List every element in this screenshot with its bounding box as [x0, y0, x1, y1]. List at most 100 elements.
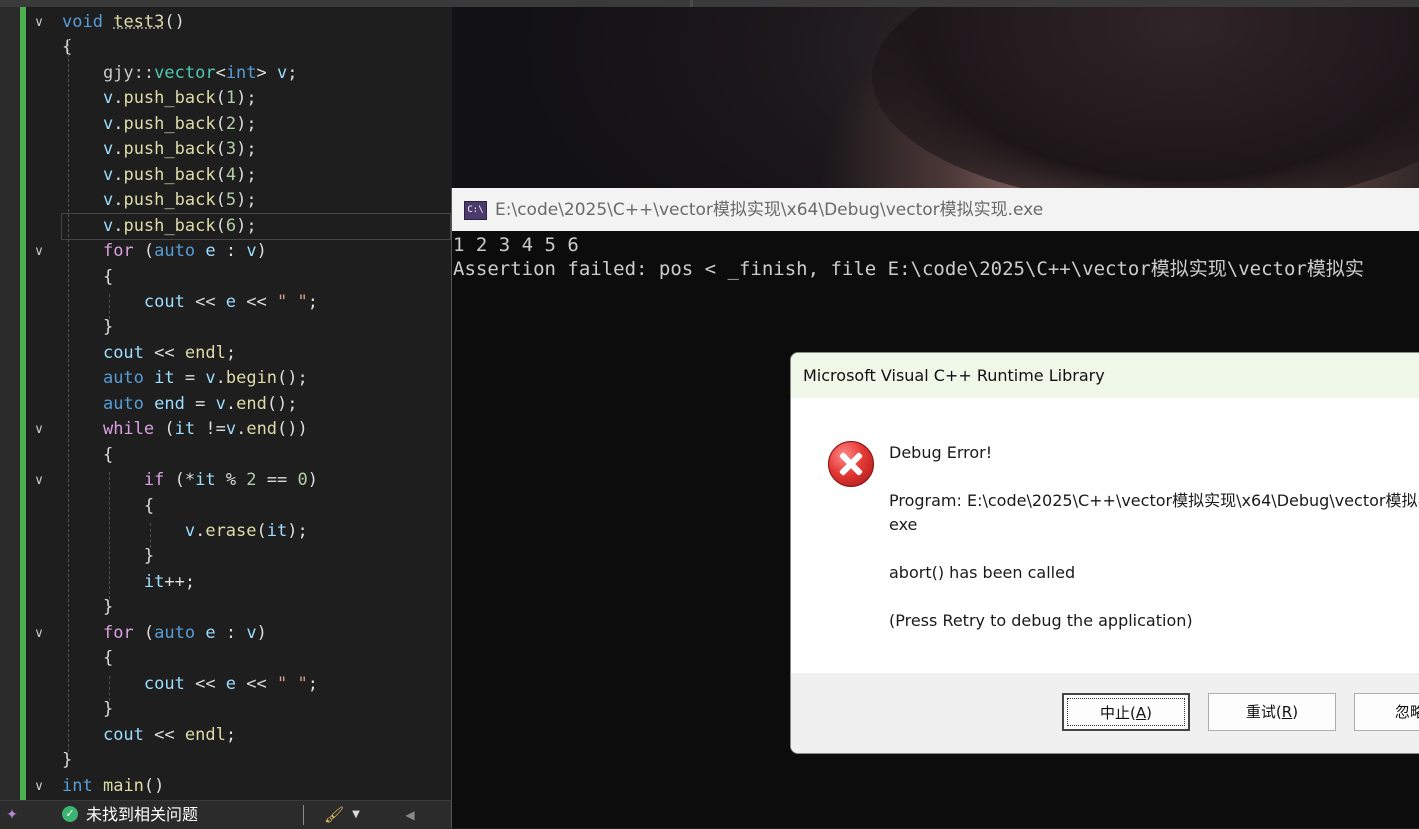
code-line[interactable]: {: [62, 265, 113, 290]
code-line[interactable]: while (it !=v.end()): [62, 417, 308, 442]
code-line[interactable]: cout << endl;: [62, 341, 236, 366]
code-token: .: [215, 368, 226, 389]
code-line[interactable]: v.push_back(6);: [61, 212, 451, 240]
code-line[interactable]: for (auto e : v): [62, 239, 267, 264]
code-token: <: [215, 62, 226, 83]
top-strip: [0, 0, 1419, 7]
code-line[interactable]: {: [62, 646, 113, 671]
code-line[interactable]: v.push_back(2);: [62, 112, 257, 137]
code-line[interactable]: it++;: [62, 570, 195, 595]
code-token: (): [143, 775, 165, 796]
dialog-button-bar: 中止(A) 重试(R) 忽略: [791, 673, 1419, 753]
editor-gutter: [0, 7, 20, 800]
fold-chevron-icon[interactable]: ∨: [30, 621, 48, 646]
code-token: for: [102, 241, 134, 262]
code-token: (: [215, 139, 226, 160]
code-token: v: [205, 368, 216, 389]
fold-chevron-icon[interactable]: ∨: [30, 468, 48, 493]
code-line[interactable]: v.push_back(4);: [62, 163, 257, 188]
code-token: 2: [225, 113, 237, 134]
code-token: .: [113, 215, 124, 236]
abort-button[interactable]: 中止(A): [1062, 693, 1190, 731]
code-token: .: [195, 521, 206, 541]
console-titlebar[interactable]: C:\ E:\code\2025\C++\vector模拟实现\x64\Debu…: [452, 188, 1419, 231]
code-line[interactable]: v.push_back(5);: [62, 188, 257, 213]
code-line[interactable]: for (auto e : v): [62, 621, 267, 646]
code-line[interactable]: auto it = v.begin();: [62, 366, 308, 391]
error-message: abort() has been called: [889, 563, 1076, 582]
code-token: push_back: [123, 88, 216, 109]
code-line[interactable]: gjy::vector<int> v;: [62, 61, 298, 86]
code-token: v: [215, 393, 226, 414]
code-line[interactable]: v.push_back(1);: [62, 86, 257, 111]
code-token: " ": [277, 291, 308, 312]
code-token: cout: [143, 291, 185, 312]
code-token: 2: [246, 470, 257, 491]
code-token: (: [215, 190, 226, 211]
code-line[interactable]: if (*it % 2 == 0): [62, 468, 318, 493]
code-line[interactable]: }: [62, 697, 113, 722]
program-path-continued: exe: [889, 515, 918, 534]
code-token: it: [195, 470, 216, 491]
code-token: test3: [113, 12, 165, 32]
code-token: .: [225, 393, 237, 414]
code-line[interactable]: auto end = v.end();: [62, 392, 298, 417]
code-token: end: [154, 393, 185, 414]
fold-chevron-icon[interactable]: ∨: [30, 239, 48, 264]
status-separator: [303, 805, 304, 825]
code-token: push_back: [123, 113, 216, 134]
code-token: %: [215, 470, 247, 491]
code-token: cout: [102, 724, 144, 745]
retry-button[interactable]: 重试(R): [1208, 693, 1336, 731]
code-token: cout: [102, 342, 144, 363]
dialog-titlebar[interactable]: Microsoft Visual C++ Runtime Library: [791, 353, 1419, 398]
code-line[interactable]: v.erase(it);: [62, 519, 308, 544]
code-token: 5: [225, 190, 237, 211]
fold-chevron-icon[interactable]: ∨: [30, 10, 48, 35]
code-line[interactable]: cout << e << " ";: [62, 672, 318, 697]
scroll-left-icon[interactable]: ◀: [403, 805, 417, 825]
fold-chevron-icon[interactable]: ∨: [30, 774, 48, 799]
chevron-down-icon[interactable]: ▼: [350, 805, 362, 825]
code-token: ): [307, 470, 318, 491]
code-token: cout: [143, 673, 185, 694]
code-token: v: [102, 113, 114, 134]
code-line[interactable]: {: [62, 443, 113, 468]
code-line[interactable]: }: [62, 595, 113, 620]
code-editor[interactable]: void test3(){ gjy::vector<int> v; v.push…: [0, 7, 452, 800]
code-token: it: [266, 521, 288, 541]
code-token: e: [225, 291, 237, 312]
code-token: it: [154, 368, 175, 389]
copilot-icon[interactable]: ✦: [3, 806, 21, 824]
code-token: );: [236, 190, 257, 211]
ignore-button[interactable]: 忽略: [1354, 693, 1419, 731]
runtime-error-dialog[interactable]: Microsoft Visual C++ Runtime Library Deb…: [790, 352, 1419, 754]
code-token: <<: [184, 291, 226, 312]
code-token: (: [154, 419, 175, 440]
code-token: v: [225, 419, 237, 440]
code-line[interactable]: cout << e << " ";: [62, 290, 318, 315]
code-token: {: [62, 648, 114, 669]
code-line[interactable]: }: [62, 315, 113, 340]
code-token: vector: [154, 62, 216, 83]
code-token: ==: [256, 470, 298, 491]
code-line[interactable]: int main(): [62, 774, 164, 799]
code-token: <<: [184, 673, 226, 694]
code-token: (*: [164, 470, 196, 491]
code-line[interactable]: v.push_back(3);: [62, 137, 257, 162]
code-token: (: [215, 164, 226, 185]
issues-status-text[interactable]: 未找到相关问题: [86, 805, 198, 825]
code-token: );: [287, 521, 308, 541]
paintbrush-icon[interactable]: 🖌: [324, 805, 344, 825]
code-token: auto: [102, 368, 144, 389]
fold-chevron-icon[interactable]: ∨: [30, 417, 48, 442]
code-token: .: [113, 139, 124, 160]
code-token: auto: [154, 622, 196, 643]
code-token: :: [215, 622, 247, 643]
code-token: it: [174, 419, 196, 440]
code-line[interactable]: void test3(): [62, 10, 185, 35]
code-line[interactable]: cout << endl;: [62, 723, 236, 748]
code-token: ();: [266, 393, 298, 414]
